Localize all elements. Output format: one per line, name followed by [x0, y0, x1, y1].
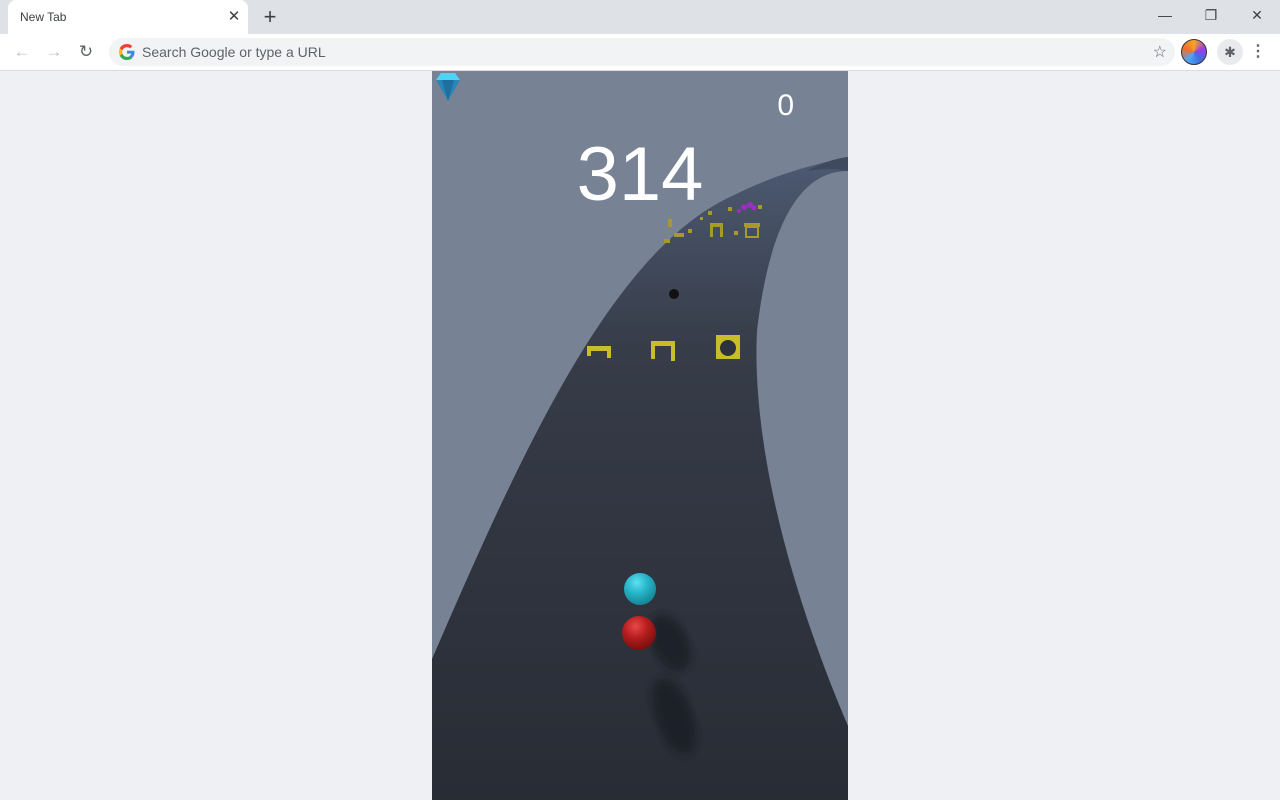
chrome-menu-icon[interactable]: ⋮: [1250, 40, 1266, 64]
bookmark-star-icon[interactable]: ☆: [1153, 42, 1167, 62]
close-tab-icon[interactable]: ✕: [224, 7, 244, 27]
address-placeholder: Search Google or type a URL: [142, 44, 326, 60]
track: [432, 157, 848, 800]
new-tab-button[interactable]: +: [258, 5, 282, 29]
close-window-button[interactable]: ✕: [1234, 0, 1280, 30]
extensions-puzzle-icon[interactable]: ✱: [1217, 39, 1243, 65]
browser-toolbar: ← → ↻ Search Google or type a URL ☆ ✱ ⋮: [0, 34, 1280, 71]
forward-button[interactable]: →: [42, 40, 66, 64]
back-button[interactable]: ←: [10, 40, 34, 64]
page-content: 314 0: [0, 71, 1280, 800]
restore-button[interactable]: ❐: [1188, 0, 1234, 30]
tab-strip: New Tab ✕ + — ❐ ✕: [0, 0, 1280, 34]
tab-new-tab[interactable]: New Tab ✕: [8, 0, 248, 34]
address-bar[interactable]: Search Google or type a URL ☆: [109, 38, 1175, 66]
google-icon: [119, 44, 135, 60]
game-canvas[interactable]: 314 0: [432, 71, 848, 800]
minimize-button[interactable]: —: [1142, 0, 1188, 30]
profile-avatar[interactable]: [1181, 39, 1207, 65]
gem-counter: 0: [777, 89, 794, 122]
player-ball: [622, 616, 656, 650]
follower-ball: [624, 573, 656, 605]
black-ball-obstacle: [669, 289, 679, 299]
score-counter: 314: [576, 132, 704, 217]
obstacle-ring-block: [716, 335, 740, 359]
reload-button[interactable]: ↻: [74, 40, 98, 64]
diamond-gem-icon: [436, 73, 460, 101]
tab-title: New Tab: [20, 10, 67, 24]
